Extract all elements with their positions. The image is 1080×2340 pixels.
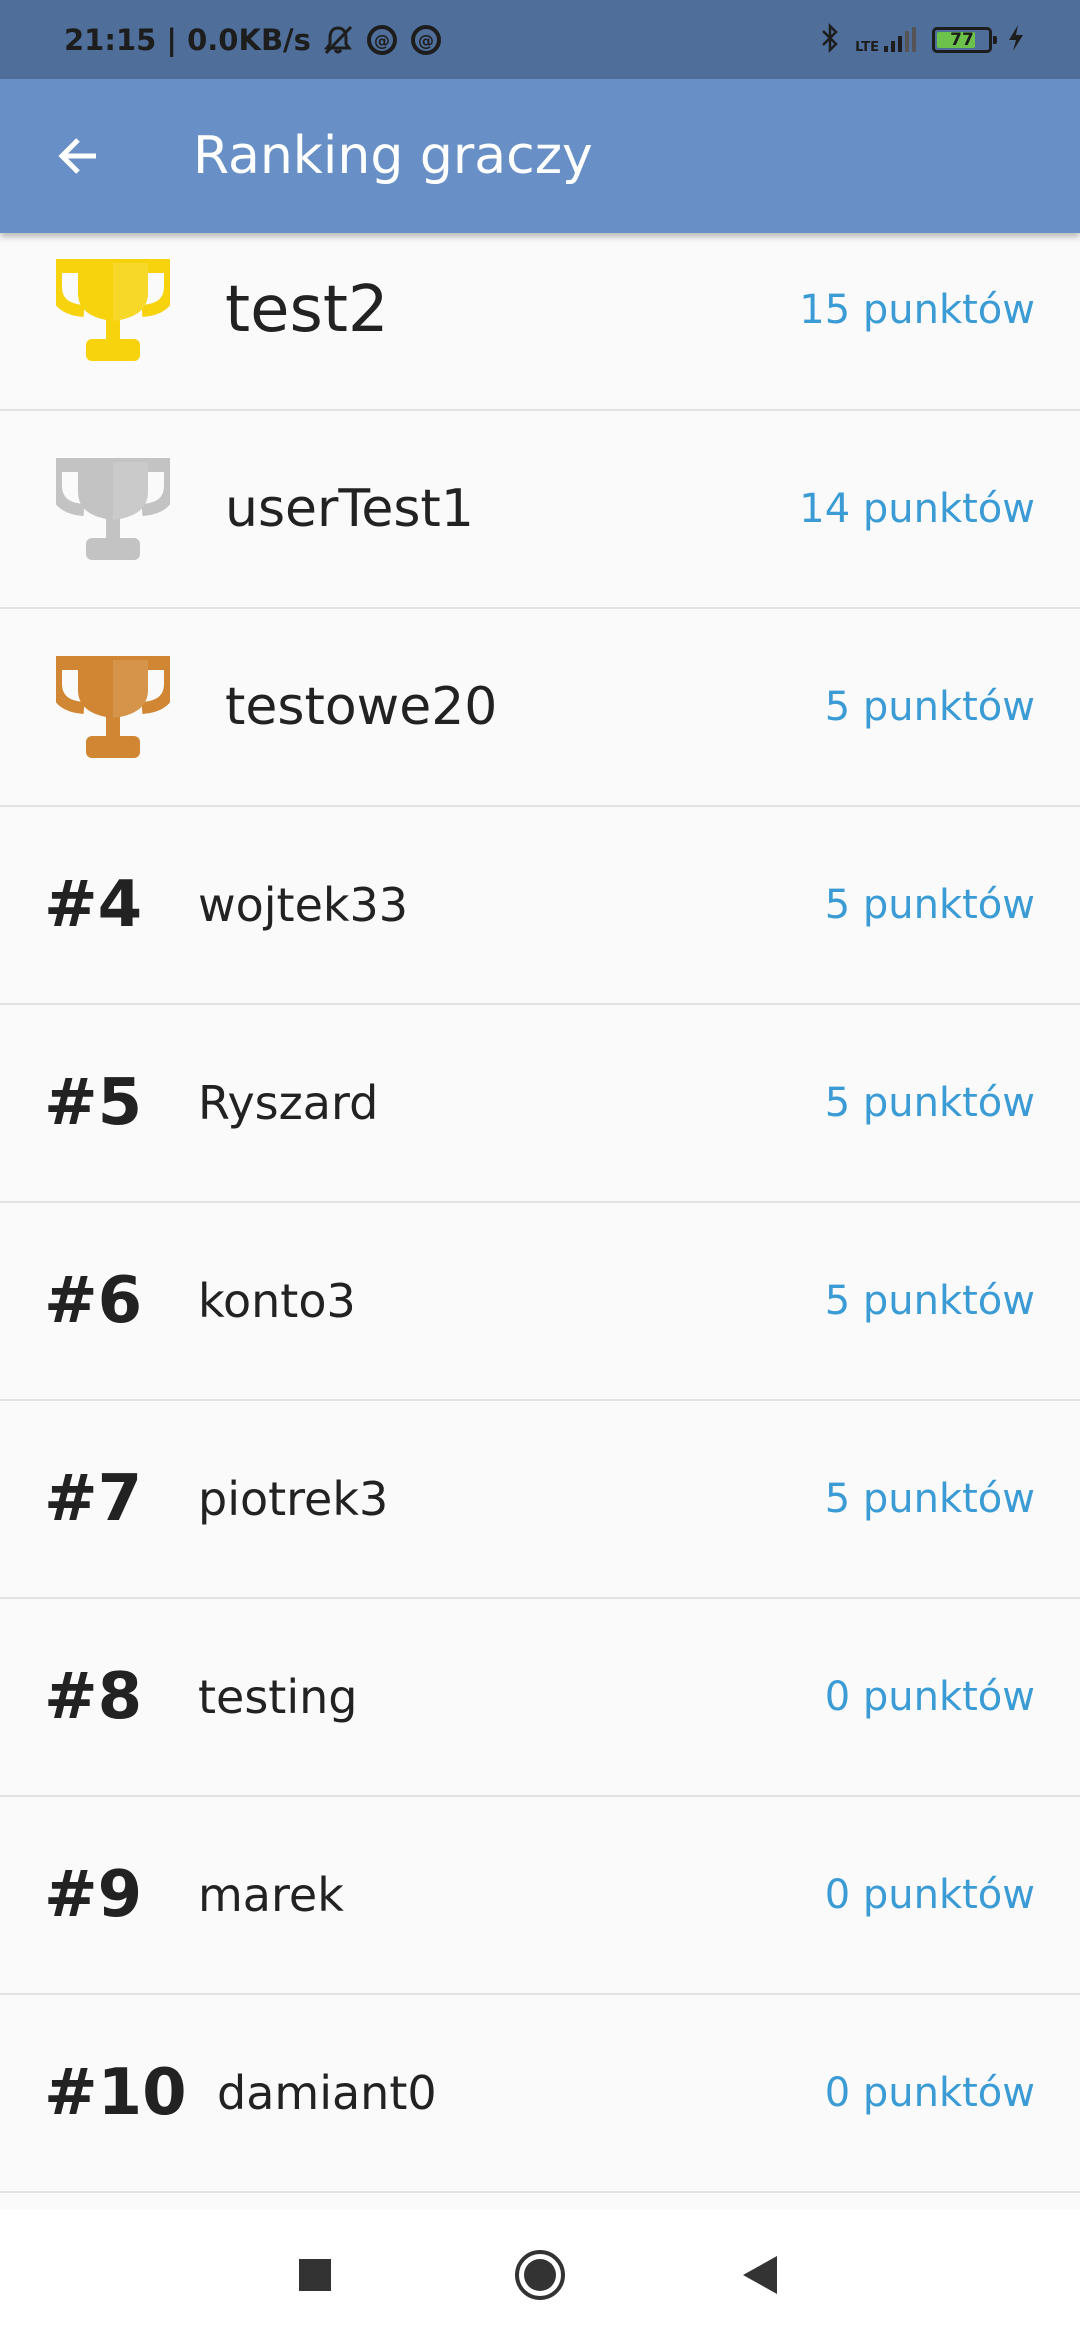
player-points: 5 punktów — [824, 882, 1035, 928]
blocked-notification-icon: @ — [365, 23, 399, 57]
ranking-list: test2 15 punktów userTest1 14 punktów te… — [0, 211, 1080, 2193]
list-item-rank-6[interactable]: #6 konto3 5 punktów — [0, 1203, 1080, 1401]
status-time-speed: 21:15 | 0.0KB/s — [64, 22, 311, 57]
rank-number: #9 — [44, 1858, 143, 1932]
back-nav-button[interactable] — [740, 2245, 780, 2305]
square-icon — [299, 2259, 331, 2291]
recent-apps-button[interactable] — [295, 2245, 335, 2305]
player-name: marek — [198, 1868, 344, 1922]
silver-trophy-icon — [56, 457, 170, 560]
circle-icon — [515, 2250, 565, 2300]
player-points: 5 punktów — [824, 684, 1035, 730]
rank-number: #5 — [44, 1066, 143, 1140]
network-type: LTE — [855, 39, 879, 55]
rank-number: #10 — [44, 2056, 187, 2130]
player-points: 15 punktów — [799, 287, 1035, 333]
list-item-rank-4[interactable]: #4 wojtek33 5 punktów — [0, 807, 1080, 1005]
list-item-rank-7[interactable]: #7 piotrek3 5 punktów — [0, 1401, 1080, 1599]
player-name: konto3 — [198, 1274, 356, 1328]
triangle-back-icon — [743, 2256, 777, 2294]
list-item-rank-5[interactable]: #5 Ryszard 5 punktów — [0, 1005, 1080, 1203]
arrow-left-icon — [58, 138, 96, 174]
status-left: 21:15 | 0.0KB/s @ @ — [64, 23, 443, 57]
player-name: Ryszard — [198, 1076, 379, 1130]
list-item-rank-8[interactable]: #8 testing 0 punktów — [0, 1599, 1080, 1797]
player-name: wojtek33 — [198, 878, 409, 932]
player-name: damiant0 — [217, 2066, 437, 2120]
bronze-trophy-icon — [56, 655, 170, 758]
signal-icon — [884, 26, 916, 52]
rank-number: #6 — [44, 1264, 143, 1338]
muted-bell-icon — [321, 23, 355, 57]
player-points: 5 punktów — [824, 1080, 1035, 1126]
list-item-rank-9[interactable]: #9 marek 0 punktów — [0, 1797, 1080, 1995]
player-points: 5 punktów — [824, 1476, 1035, 1522]
player-points: 0 punktów — [824, 2070, 1035, 2116]
bluetooth-icon — [819, 22, 841, 58]
rank-number: #7 — [44, 1462, 143, 1536]
page-title: Ranking graczy — [193, 126, 593, 186]
list-item-rank-1[interactable]: test2 15 punktów — [0, 211, 1080, 411]
blocked-notification-icon: @ — [409, 23, 443, 57]
signal-block: LTE — [855, 26, 918, 54]
player-name: piotrek3 — [198, 1472, 389, 1526]
gold-trophy-icon — [56, 258, 170, 361]
battery-icon: 77 — [932, 26, 997, 53]
player-points: 0 punktów — [824, 1674, 1035, 1720]
back-button[interactable] — [38, 116, 118, 196]
player-points: 0 punktów — [824, 1872, 1035, 1918]
status-bar: 21:15 | 0.0KB/s @ @ LTE 77 — [0, 0, 1080, 79]
svg-text:@: @ — [418, 31, 434, 50]
system-nav-bar — [0, 2210, 1080, 2340]
rank-number: #4 — [44, 868, 143, 942]
list-item-rank-2[interactable]: userTest1 14 punktów — [0, 411, 1080, 609]
player-name: userTest1 — [225, 479, 474, 539]
status-right: LTE 77 — [819, 22, 1026, 58]
player-name: testing — [198, 1670, 358, 1724]
home-button[interactable] — [510, 2245, 570, 2305]
player-points: 5 punktów — [824, 1278, 1035, 1324]
player-points: 14 punktów — [799, 486, 1035, 532]
list-item-rank-10[interactable]: #10 damiant0 0 punktów — [0, 1995, 1080, 2193]
charging-icon — [1006, 23, 1026, 57]
player-name: testowe20 — [225, 677, 498, 737]
player-name: test2 — [225, 273, 389, 347]
svg-text:@: @ — [374, 31, 390, 50]
rank-number: #8 — [44, 1660, 143, 1734]
list-item-rank-3[interactable]: testowe20 5 punktów — [0, 609, 1080, 807]
battery-level: 77 — [950, 29, 974, 50]
app-bar: Ranking graczy — [0, 79, 1080, 233]
